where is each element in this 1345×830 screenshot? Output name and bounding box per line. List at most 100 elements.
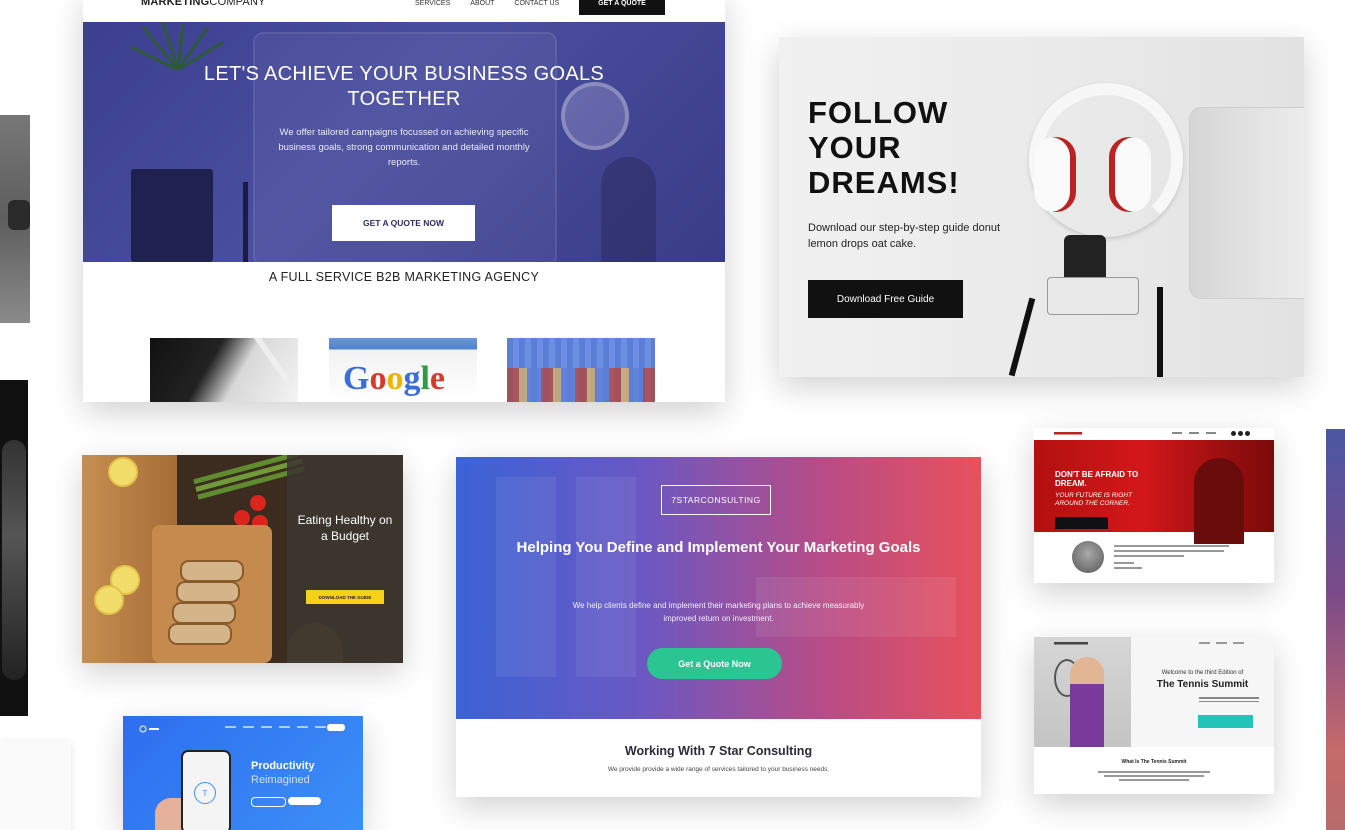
partial-template-thumbnail[interactable] (1326, 429, 1345, 830)
office-window-image (576, 477, 636, 677)
cta-button[interactable] (1198, 715, 1253, 728)
download-guide-button[interactable]: DOWNLOAD THE GUIDE (306, 590, 384, 604)
nav-link[interactable] (297, 726, 308, 728)
nav-links: SERVICES ABOUT CONTACT US (415, 0, 559, 7)
camera-strap (1157, 287, 1163, 377)
phone-image: T (181, 750, 231, 830)
camera-image (1047, 277, 1139, 315)
logo[interactable] (139, 725, 161, 735)
signing-document-image (150, 338, 298, 402)
nav-link[interactable] (1189, 432, 1199, 434)
hero-headline: Productivity (251, 760, 315, 772)
hero-body: Download our step-by-step guide donut le… (808, 222, 1001, 250)
chairs-image (507, 368, 655, 402)
partial-template-thumbnail[interactable] (0, 741, 71, 830)
get-quote-button[interactable]: GET A QUOTE NOW (332, 205, 475, 241)
hero-headline: DON'T BE AFRAID TO DREAM. (1055, 470, 1139, 488)
top-nav: MARKETINGCOMPANY SERVICES ABOUT CONTACT … (83, 0, 725, 22)
nav-link[interactable] (1233, 642, 1244, 644)
hero-headline: LET'S ACHIEVE YOUR BUSINESS GOALS TOGETH… (203, 63, 605, 110)
bread-slice (176, 581, 240, 603)
hero-banner: LET'S ACHIEVE YOUR BUSINESS GOALS TOGETH… (83, 21, 725, 266)
hero-subtext: We offer tailored campaigns focussed on … (278, 127, 530, 168)
nav-link[interactable] (1172, 432, 1182, 434)
person-image (1194, 458, 1244, 544)
pencil-image (243, 182, 248, 262)
dumbbell-image (8, 200, 30, 230)
office-window-image (496, 477, 556, 677)
partial-template-thumbnail[interactable] (0, 115, 30, 323)
hero-subtext: We help clients define and implement the… (572, 601, 865, 623)
bread-slice (180, 560, 244, 582)
template-card-7star-consulting[interactable]: 7STARCONSULTING Helping You Define and I… (456, 457, 981, 797)
facebook-icon[interactable] (1231, 431, 1236, 436)
template-card-dont-be-afraid[interactable]: DON'T BE AFRAID TO DREAM. YOUR FUTURE IS… (1034, 428, 1274, 583)
section-title: A FULL SERVICE B2B MARKETING AGENCY (268, 270, 540, 284)
lemon-image (94, 585, 124, 615)
nav-link[interactable] (1199, 642, 1210, 644)
pen-image (242, 338, 294, 388)
hero-body (1199, 697, 1259, 704)
headphone-cup-right (1109, 137, 1151, 212)
cta-button[interactable] (1055, 517, 1108, 529)
instagram-icon[interactable] (1245, 431, 1250, 436)
nav-link[interactable] (1216, 642, 1227, 644)
product-image (2, 440, 26, 680)
hero-banner: 7STARCONSULTING Helping You Define and I… (456, 457, 981, 719)
template-card-tennis-summit[interactable]: Welcome to the third Edition of The Tenn… (1034, 637, 1274, 794)
hero-panel (1131, 637, 1274, 747)
camera-strap (1008, 297, 1036, 377)
avatar (1072, 541, 1104, 573)
primary-button[interactable] (288, 797, 321, 805)
section-body (1098, 771, 1210, 783)
download-guide-button[interactable]: Download Free Guide (808, 280, 963, 318)
section-subtitle: We provide provide a wide range of servi… (607, 766, 830, 773)
bread-slice (172, 602, 236, 624)
nav-links (1172, 432, 1216, 434)
section-title: What Is The Tennis Summit (1121, 759, 1187, 765)
logo[interactable] (1054, 641, 1090, 647)
section (456, 719, 981, 797)
template-card-marketing[interactable]: MARKETINGCOMPANY SERVICES ABOUT CONTACT … (83, 0, 725, 402)
overlay-panel (287, 455, 403, 663)
top-nav (1034, 428, 1274, 440)
nav-link[interactable] (279, 726, 290, 728)
hero-banner: DON'T BE AFRAID TO DREAM. YOUR FUTURE IS… (1034, 440, 1274, 544)
logo[interactable]: MARKETINGCOMPANY (141, 0, 266, 8)
nav-quote-button[interactable]: GET A QUOTE (579, 0, 665, 15)
tomato-image (234, 510, 250, 526)
lemon-image (108, 457, 138, 487)
get-quote-button[interactable]: Get a Quote Now (647, 648, 782, 679)
nav-link-contact[interactable]: CONTACT US (514, 0, 559, 7)
template-card-productivity[interactable]: T Productivity Reimagined (123, 716, 363, 830)
twitter-icon[interactable] (1238, 431, 1243, 436)
stadium-seats-image (507, 338, 655, 402)
nav-links (1199, 642, 1244, 644)
nav-link[interactable] (1206, 432, 1216, 434)
laptop-image (1189, 107, 1304, 299)
template-card-follow-dreams[interactable]: FOLLOW YOUR DREAMS! Download our step-by… (779, 37, 1304, 377)
bread-board-image (152, 525, 272, 663)
logo[interactable] (1054, 431, 1084, 437)
nav-link[interactable] (261, 726, 272, 728)
nav-link[interactable] (315, 726, 326, 728)
google-logo: Google (343, 360, 445, 397)
hero-title: FOLLOW YOUR DREAMS! (808, 95, 960, 200)
nav-link-about[interactable]: ABOUT (470, 0, 494, 7)
secondary-button[interactable] (251, 797, 286, 807)
hero-title: The Tennis Summit (1156, 679, 1249, 690)
hero-welcome: Welcome to the third Edition of (1161, 670, 1244, 676)
player-image (1070, 657, 1104, 747)
hero-headline: Helping You Define and Implement Your Ma… (516, 539, 921, 556)
nav-link-services[interactable]: SERVICES (415, 0, 450, 7)
brand-logo[interactable]: 7STARCONSULTING (661, 485, 771, 515)
headphone-cup-left (1034, 137, 1076, 212)
section-title: Working With 7 Star Consulting (624, 744, 813, 758)
partial-template-thumbnail[interactable] (0, 380, 28, 716)
nav-link[interactable] (225, 726, 236, 728)
template-card-eating-healthy[interactable]: Eating Healthy on a Budget DOWNLOAD THE … (82, 455, 403, 663)
hero-subheadline: Reimagined (251, 774, 310, 786)
nav-link[interactable] (243, 726, 254, 728)
nav-button[interactable] (327, 724, 345, 731)
hero-title: Eating Healthy on a Budget (297, 513, 393, 543)
